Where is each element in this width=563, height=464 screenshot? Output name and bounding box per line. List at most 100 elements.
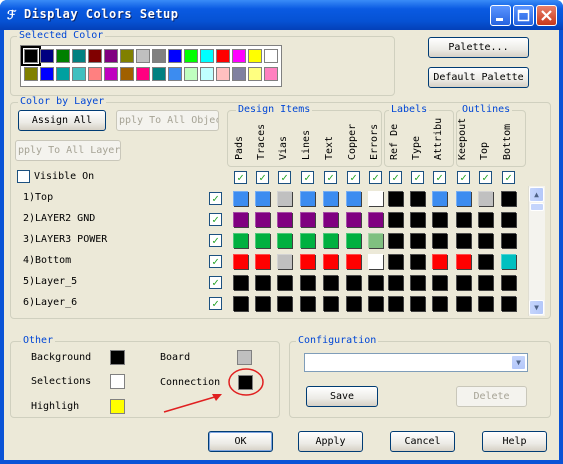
layer-color-cell[interactable] (432, 254, 447, 269)
layer-color-cell[interactable] (456, 191, 471, 206)
layer-color-cell[interactable] (233, 296, 248, 311)
palette-swatch[interactable] (56, 49, 70, 63)
visible-only-checkbox[interactable] (17, 170, 30, 183)
layer-color-cell[interactable] (432, 296, 447, 311)
layer-color-cell[interactable] (255, 212, 270, 227)
maximize-button[interactable] (513, 5, 534, 26)
apply-button[interactable]: Apply (298, 431, 363, 452)
layer-color-cell[interactable] (300, 212, 315, 227)
layer-color-cell[interactable] (346, 233, 361, 248)
layer-color-cell[interactable] (388, 296, 403, 311)
palette-swatch[interactable] (200, 49, 214, 63)
layer-color-cell[interactable] (501, 275, 516, 290)
layer-color-cell[interactable] (501, 212, 516, 227)
palette-swatch[interactable] (248, 67, 262, 81)
palette-swatch[interactable] (168, 67, 182, 81)
column-visible-checkbox[interactable]: ✓ (433, 171, 446, 184)
layer-color-cell[interactable] (255, 296, 270, 311)
column-visible-checkbox[interactable]: ✓ (479, 171, 492, 184)
layer-color-cell[interactable] (456, 296, 471, 311)
cancel-button[interactable]: Cancel (390, 431, 455, 452)
layer-visible-checkbox[interactable]: ✓ (209, 192, 222, 205)
title-bar[interactable]: ℱ Display Colors Setup (0, 0, 563, 30)
scroll-up-arrow-icon[interactable]: ▲ (529, 187, 544, 202)
layer-color-cell[interactable] (388, 212, 403, 227)
layer-color-cell[interactable] (478, 254, 493, 269)
palette-swatch[interactable] (88, 49, 102, 63)
layer-color-cell[interactable] (368, 275, 383, 290)
palette-swatch[interactable] (232, 49, 246, 63)
layer-color-cell[interactable] (456, 233, 471, 248)
palette-swatch[interactable] (88, 67, 102, 81)
palette-swatch[interactable] (120, 49, 134, 63)
layer-color-cell[interactable] (432, 212, 447, 227)
palette-swatch[interactable] (264, 49, 278, 63)
palette-swatch[interactable] (104, 67, 118, 81)
layer-color-cell[interactable] (432, 233, 447, 248)
layer-color-cell[interactable] (323, 233, 338, 248)
layer-color-cell[interactable] (233, 254, 248, 269)
default-palette-button[interactable]: Default Palette (428, 67, 529, 88)
palette-swatch[interactable] (184, 49, 198, 63)
palette-button[interactable]: Palette... (428, 37, 529, 58)
configuration-select[interactable]: ▼ (304, 353, 528, 372)
palette-swatch[interactable] (120, 67, 134, 81)
layer-color-cell[interactable] (323, 191, 338, 206)
palette-swatch[interactable] (136, 49, 150, 63)
layer-color-cell[interactable] (368, 296, 383, 311)
layer-color-cell[interactable] (346, 296, 361, 311)
layer-visible-checkbox[interactable]: ✓ (209, 276, 222, 289)
layer-color-cell[interactable] (410, 254, 425, 269)
palette-swatch[interactable] (40, 67, 54, 81)
palette-swatch[interactable] (216, 67, 230, 81)
layer-color-cell[interactable] (277, 191, 292, 206)
layer-color-cell[interactable] (255, 191, 270, 206)
palette-swatch[interactable] (248, 49, 262, 63)
layer-color-cell[interactable] (478, 296, 493, 311)
palette-swatch[interactable] (200, 67, 214, 81)
minimize-button[interactable] (490, 5, 511, 26)
layer-color-cell[interactable] (478, 275, 493, 290)
layer-color-cell[interactable] (300, 296, 315, 311)
layer-color-cell[interactable] (456, 254, 471, 269)
layer-color-cell[interactable] (255, 275, 270, 290)
palette-swatch[interactable] (152, 49, 166, 63)
layer-color-cell[interactable] (410, 275, 425, 290)
layer-color-cell[interactable] (300, 233, 315, 248)
palette-swatch[interactable] (72, 49, 86, 63)
layer-color-cell[interactable] (346, 275, 361, 290)
layer-color-cell[interactable] (456, 275, 471, 290)
layer-color-cell[interactable] (233, 233, 248, 248)
layer-color-cell[interactable] (456, 212, 471, 227)
layer-color-cell[interactable] (346, 191, 361, 206)
column-visible-checkbox[interactable]: ✓ (256, 171, 269, 184)
layer-color-cell[interactable] (255, 233, 270, 248)
layer-color-cell[interactable] (277, 275, 292, 290)
layer-color-cell[interactable] (277, 233, 292, 248)
selections-color-swatch[interactable] (110, 374, 125, 389)
column-visible-checkbox[interactable]: ✓ (457, 171, 470, 184)
layer-color-cell[interactable] (323, 296, 338, 311)
highlight-color-swatch[interactable] (110, 399, 125, 414)
save-button[interactable]: Save (306, 386, 378, 407)
palette-swatch[interactable] (56, 67, 70, 81)
layer-scrollbar[interactable]: ▲ ▼ (528, 186, 545, 316)
chevron-down-icon[interactable]: ▼ (511, 355, 526, 370)
scroll-thumb[interactable] (530, 203, 544, 211)
layer-color-cell[interactable] (368, 212, 383, 227)
palette-swatch[interactable] (72, 67, 86, 81)
layer-color-cell[interactable] (501, 233, 516, 248)
layer-color-cell[interactable] (410, 212, 425, 227)
layer-color-cell[interactable] (323, 275, 338, 290)
column-visible-checkbox[interactable]: ✓ (389, 171, 402, 184)
ok-button[interactable]: OK (208, 431, 273, 452)
palette-swatch[interactable] (40, 49, 54, 63)
layer-color-cell[interactable] (388, 191, 403, 206)
layer-color-cell[interactable] (410, 296, 425, 311)
layer-color-cell[interactable] (300, 191, 315, 206)
layer-color-cell[interactable] (501, 191, 516, 206)
assign-all-button[interactable]: Assign All (18, 110, 106, 131)
palette-swatch[interactable] (104, 49, 118, 63)
layer-color-cell[interactable] (323, 212, 338, 227)
background-color-swatch[interactable] (110, 350, 125, 365)
